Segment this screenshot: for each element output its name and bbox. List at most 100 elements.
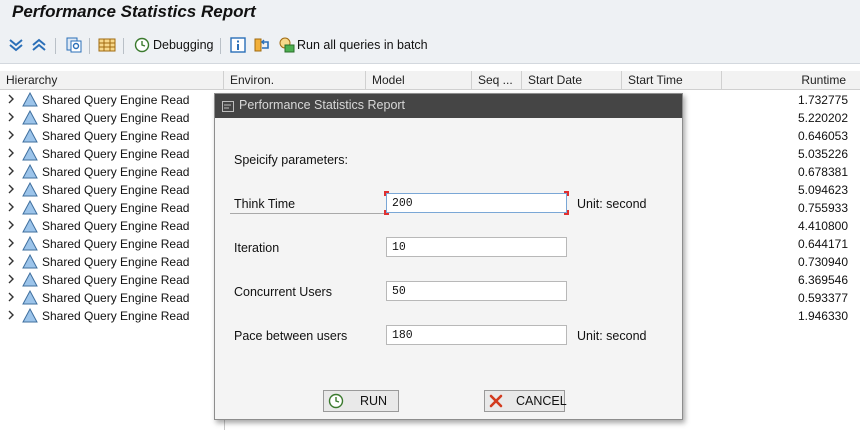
expand-chevron-icon[interactable] <box>7 130 15 140</box>
info-icon[interactable] <box>230 35 246 55</box>
expand-chevron-icon[interactable] <box>7 292 15 302</box>
row-runtime: 0.593377 <box>797 291 848 305</box>
expand-chevron-icon[interactable] <box>7 166 15 176</box>
query-triangle-icon <box>22 308 38 323</box>
pace-unit: Unit: second <box>577 329 647 343</box>
focus-corner <box>384 191 389 196</box>
row-runtime: 6.369546 <box>797 273 848 287</box>
row-runtime: 4.410800 <box>797 219 848 233</box>
dialog-title: Performance Statistics Report <box>239 98 406 112</box>
run-clock-icon <box>328 393 344 409</box>
cancel-x-icon <box>489 394 503 408</box>
cancel-button-label: CANCEL <box>516 394 567 408</box>
expand-chevron-icon[interactable] <box>7 148 15 158</box>
focus-corner <box>564 191 569 196</box>
query-triangle-icon <box>22 290 38 305</box>
expand-all-icon[interactable] <box>8 35 24 55</box>
row-name: Shared Query Engine Read <box>42 111 190 125</box>
collapse-all-icon[interactable] <box>31 35 47 55</box>
query-triangle-icon <box>22 254 38 269</box>
column-header-seq[interactable]: Seq ... <box>472 71 522 90</box>
expand-chevron-icon[interactable] <box>7 184 15 194</box>
focus-corner <box>384 210 389 215</box>
query-triangle-icon <box>22 146 38 161</box>
expand-chevron-icon[interactable] <box>7 310 15 320</box>
row-name: Shared Query Engine Read <box>42 183 190 197</box>
think-time-label: Think Time <box>234 197 296 211</box>
toolbar-separator <box>123 38 124 54</box>
expand-chevron-icon[interactable] <box>7 274 15 284</box>
label-underline <box>230 213 385 214</box>
dialog-window-icon <box>222 101 234 112</box>
pace-input[interactable] <box>386 325 567 345</box>
row-name: Shared Query Engine Read <box>42 165 190 179</box>
app-title-bar: Performance Statistics Report <box>0 0 860 28</box>
page-title: Performance Statistics Report <box>12 2 256 21</box>
query-triangle-icon <box>22 200 38 215</box>
row-name: Shared Query Engine Read <box>42 309 190 323</box>
row-name: Shared Query Engine Read <box>42 273 190 287</box>
query-triangle-icon <box>22 110 38 125</box>
expand-chevron-icon[interactable] <box>7 220 15 230</box>
pace-label: Pace between users <box>234 329 348 343</box>
toolbar-separator <box>89 38 90 54</box>
dialog-title-bar[interactable]: Performance Statistics Report <box>215 94 682 118</box>
row-name: Shared Query Engine Read <box>42 237 190 251</box>
details-icon[interactable] <box>65 35 83 55</box>
debugging-button[interactable]: Debugging <box>134 35 213 55</box>
query-triangle-icon <box>22 164 38 179</box>
run-all-queries-label: Run all queries in batch <box>297 38 428 52</box>
row-name: Shared Query Engine Read <box>42 219 190 233</box>
query-triangle-icon <box>22 92 38 107</box>
toolbar-separator <box>220 38 221 54</box>
query-triangle-icon <box>22 218 38 233</box>
row-runtime: 0.644171 <box>797 237 848 251</box>
row-name: Shared Query Engine Read <box>42 129 190 143</box>
row-name: Shared Query Engine Read <box>42 291 190 305</box>
query-triangle-icon <box>22 128 38 143</box>
run-all-queries-button[interactable]: Run all queries in batch <box>278 35 428 55</box>
expand-chevron-icon[interactable] <box>7 202 15 212</box>
focus-corner <box>564 210 569 215</box>
query-triangle-icon <box>22 272 38 287</box>
iteration-input[interactable] <box>386 237 567 257</box>
concurrent-users-input[interactable] <box>386 281 567 301</box>
query-triangle-icon <box>22 236 38 251</box>
row-name: Shared Query Engine Read <box>42 201 190 215</box>
row-runtime: 1.732775 <box>797 93 848 107</box>
column-header-model[interactable]: Model <box>366 71 472 90</box>
column-header-start-time[interactable]: Start Time <box>622 71 722 90</box>
row-runtime: 0.755933 <box>797 201 848 215</box>
expand-chevron-icon[interactable] <box>7 94 15 104</box>
transport-icon[interactable] <box>254 35 270 55</box>
row-name: Shared Query Engine Read <box>42 255 190 269</box>
column-header-environ[interactable]: Environ. <box>224 71 366 90</box>
row-runtime: 0.646053 <box>797 129 848 143</box>
expand-chevron-icon[interactable] <box>7 112 15 122</box>
toolbar: Debugging Run all queries in batch <box>0 28 860 64</box>
toolbar-separator <box>55 38 56 54</box>
row-runtime: 1.946330 <box>797 309 848 323</box>
column-header-hierarchy[interactable]: Hierarchy <box>0 71 224 90</box>
row-runtime: 5.035226 <box>797 147 848 161</box>
expand-chevron-icon[interactable] <box>7 238 15 248</box>
expand-chevron-icon[interactable] <box>7 256 15 266</box>
grid-header: Hierarchy Environ. Model Seq ... Start D… <box>0 71 860 90</box>
layout-grid-icon[interactable] <box>98 35 116 55</box>
cancel-button[interactable]: CANCEL <box>484 390 567 412</box>
concurrent-users-label: Concurrent Users <box>234 285 332 299</box>
dialog-prompt: Speicify parameters: <box>234 153 348 167</box>
debugging-label: Debugging <box>153 38 214 52</box>
row-runtime: 5.094623 <box>797 183 848 197</box>
run-button[interactable]: RUN <box>323 390 399 412</box>
iteration-label: Iteration <box>234 241 280 255</box>
row-runtime: 5.220202 <box>797 111 848 125</box>
run-button-label: RUN <box>360 394 388 408</box>
think-time-unit: Unit: second <box>577 197 647 211</box>
column-header-start-date[interactable]: Start Date <box>522 71 622 90</box>
think-time-input[interactable] <box>386 193 567 213</box>
column-header-runtime[interactable]: Runtime <box>722 71 860 90</box>
query-triangle-icon <box>22 182 38 197</box>
debug-clock-icon <box>134 37 150 53</box>
row-runtime: 0.730940 <box>797 255 848 269</box>
